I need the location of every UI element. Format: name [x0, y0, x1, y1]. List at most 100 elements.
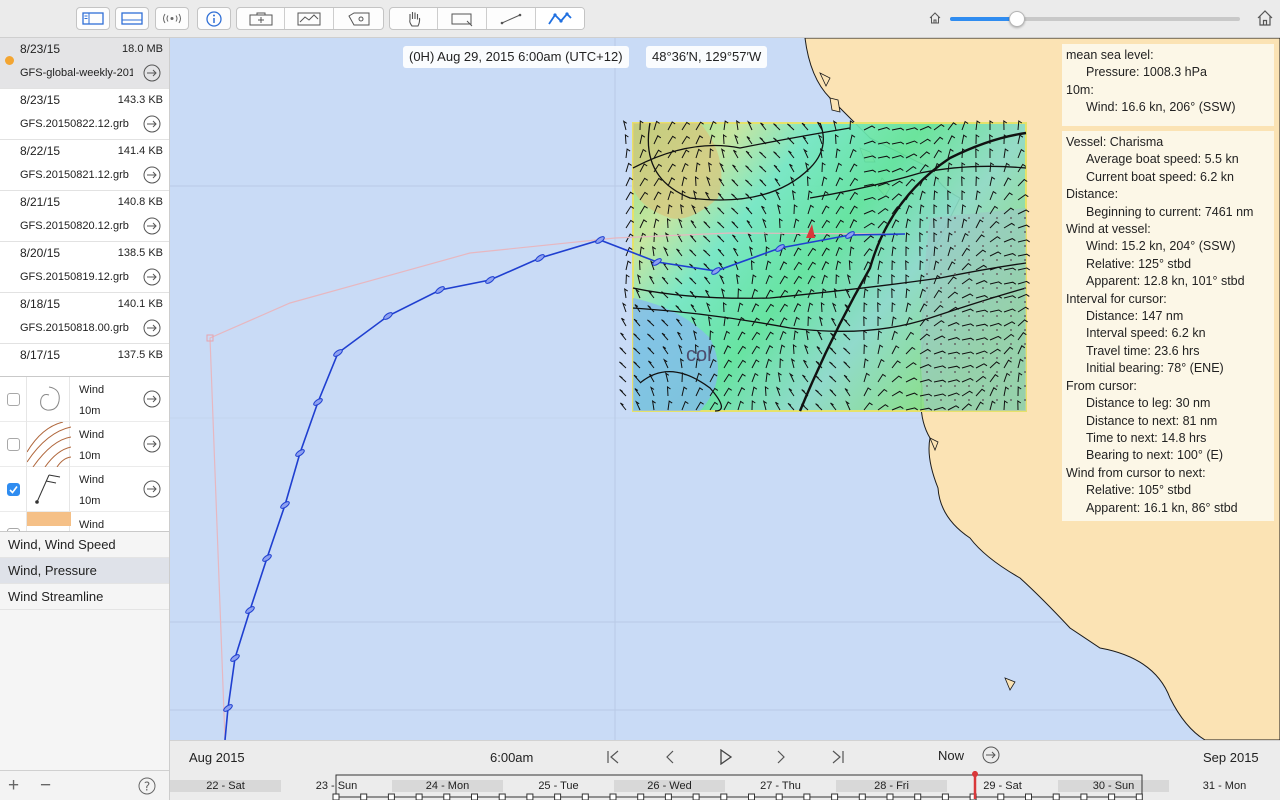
open-file-button[interactable]: [143, 217, 161, 238]
open-file-button[interactable]: [143, 166, 161, 187]
open-file-button[interactable]: [143, 319, 161, 340]
sidebar-toggle-button[interactable]: [76, 7, 110, 30]
grid-dot: [926, 217, 928, 219]
open-file-button[interactable]: [143, 268, 161, 289]
grid-dot: [940, 371, 942, 373]
grib-file-item[interactable]: 8/23/15 143.3 KB GFS.20150822.12.grb: [0, 89, 169, 140]
home-large-icon[interactable]: [1256, 9, 1274, 27]
layer-item[interactable]: Wind 10m: [0, 467, 169, 512]
layer-settings-button[interactable]: [143, 390, 161, 411]
grid-dot: [982, 231, 984, 233]
help-icon[interactable]: ?: [138, 777, 156, 795]
go-now-icon[interactable]: [982, 746, 1000, 764]
layer-thumbnail: [26, 512, 71, 531]
jump-first-button[interactable]: [602, 746, 626, 768]
track-point-marker[interactable]: [595, 235, 606, 244]
layer-item[interactable]: Wind: [0, 512, 169, 531]
track-point-marker[interactable]: [383, 311, 394, 320]
broadcast-button[interactable]: [155, 7, 189, 30]
timeline-end-month: Sep 2015: [1203, 750, 1259, 765]
range-tick: [941, 793, 949, 800]
arrow-right-circle-icon: [143, 390, 161, 408]
layer-settings-button[interactable]: [143, 480, 161, 501]
add-route-button[interactable]: [237, 8, 285, 29]
broadcast-icon: [163, 13, 181, 24]
tag-button[interactable]: [334, 8, 383, 29]
zoom-slider[interactable]: [950, 11, 1240, 27]
open-file-button[interactable]: [143, 115, 161, 136]
now-button-label[interactable]: Now: [938, 748, 964, 763]
range-tick: [1108, 793, 1116, 800]
play-button[interactable]: [714, 746, 738, 768]
grib-file-item[interactable]: 8/17/15 137.5 KB: [0, 344, 169, 376]
grid-dot: [982, 315, 984, 317]
preset-item[interactable]: Wind Streamline: [0, 584, 169, 610]
info-button[interactable]: [197, 7, 231, 30]
grid-dot: [1024, 217, 1026, 219]
wind-barb: [622, 120, 627, 131]
preset-item[interactable]: Wind, Wind Speed: [0, 532, 169, 558]
remove-icon[interactable]: −: [40, 775, 51, 797]
bottom-panel-toggle-button[interactable]: [115, 7, 149, 30]
graph-button[interactable]: [285, 8, 334, 29]
grid-dot: [954, 245, 956, 247]
track-point-marker[interactable]: [485, 275, 496, 284]
file-size: 138.5 KB: [117, 247, 163, 259]
step-forward-button[interactable]: [769, 746, 793, 768]
step-back-button[interactable]: [658, 746, 682, 768]
arrow-right-circle-icon: [143, 319, 161, 337]
grid-dot: [996, 287, 998, 289]
vessel-info-value: Bearing to next: 100° (E): [1086, 448, 1224, 463]
layer-item[interactable]: Wind 10m: [0, 421, 169, 468]
grid-dot: [982, 371, 984, 373]
preset-item[interactable]: Wind, Pressure: [0, 558, 169, 584]
track-point-marker[interactable]: [435, 285, 446, 294]
file-date: 8/22/15: [20, 144, 61, 158]
time-range-track[interactable]: [170, 771, 1280, 800]
grib-file-item[interactable]: 8/21/15 140.8 KB GFS.20150820.12.grb: [0, 191, 169, 242]
vessel-info-value: Initial bearing: 78° (ENE): [1086, 361, 1224, 376]
svg-text:?: ?: [144, 780, 150, 794]
track-point-marker[interactable]: [245, 605, 256, 614]
track-point-marker[interactable]: [262, 553, 273, 562]
range-tick: [914, 793, 922, 800]
open-file-button[interactable]: [143, 64, 161, 85]
grid-dot: [1024, 245, 1026, 247]
file-date: 8/23/15: [20, 93, 61, 107]
add-icon[interactable]: +: [8, 775, 19, 797]
grid-dot: [954, 315, 956, 317]
current-time-marker-head[interactable]: [972, 771, 978, 777]
select-area-button[interactable]: [438, 8, 487, 29]
track-point-marker[interactable]: [313, 397, 324, 406]
wind-barb: [619, 389, 627, 397]
route-tool-button[interactable]: [536, 8, 584, 29]
vessel-info-value: Apparent: 12.8 kn, 101° stbd: [1086, 274, 1245, 289]
track-point-marker[interactable]: [333, 348, 344, 357]
layer-level: 10m: [79, 450, 101, 462]
tag-icon: [347, 12, 369, 25]
layer-settings-button[interactable]: [143, 435, 161, 456]
track-point-marker[interactable]: [535, 253, 546, 262]
track-point-marker[interactable]: [280, 500, 291, 509]
jump-last-button[interactable]: [825, 746, 849, 768]
layer-visibility-checkbox[interactable]: [7, 393, 20, 406]
grib-file-item[interactable]: 8/23/15 18.0 MB GFS-global-weekly-2015: [0, 38, 169, 89]
layer-visibility-checkbox[interactable]: [7, 438, 20, 451]
home-small-icon[interactable]: [928, 11, 942, 25]
arrow-right-circle-icon: [143, 435, 161, 453]
pan-tool-button[interactable]: [390, 8, 438, 29]
grib-file-item[interactable]: 8/22/15 141.4 KB GFS.20150821.12.grb: [0, 140, 169, 191]
file-name: GFS.20150821.12.grb: [20, 169, 129, 181]
layer-item[interactable]: Wind 10m: [0, 377, 169, 422]
grib-file-item[interactable]: 8/20/15 138.5 KB GFS.20150819.12.grb: [0, 242, 169, 293]
zoom-slider-thumb[interactable]: [1008, 11, 1025, 27]
grid-dot: [926, 245, 928, 247]
range-tick: [1080, 793, 1088, 800]
map-view[interactable]: col (0H) Aug 29, 2015 6:00am (UTC+12) 48…: [170, 38, 1280, 740]
grid-dot: [1010, 385, 1012, 387]
measure-button[interactable]: [487, 8, 536, 29]
grib-file-item[interactable]: 8/18/15 140.1 KB GFS.20150818.00.grb: [0, 293, 169, 344]
layer-visibility-checkbox[interactable]: [7, 483, 20, 496]
sidebar-icon: [82, 12, 104, 25]
track-point-marker[interactable]: [295, 448, 306, 457]
